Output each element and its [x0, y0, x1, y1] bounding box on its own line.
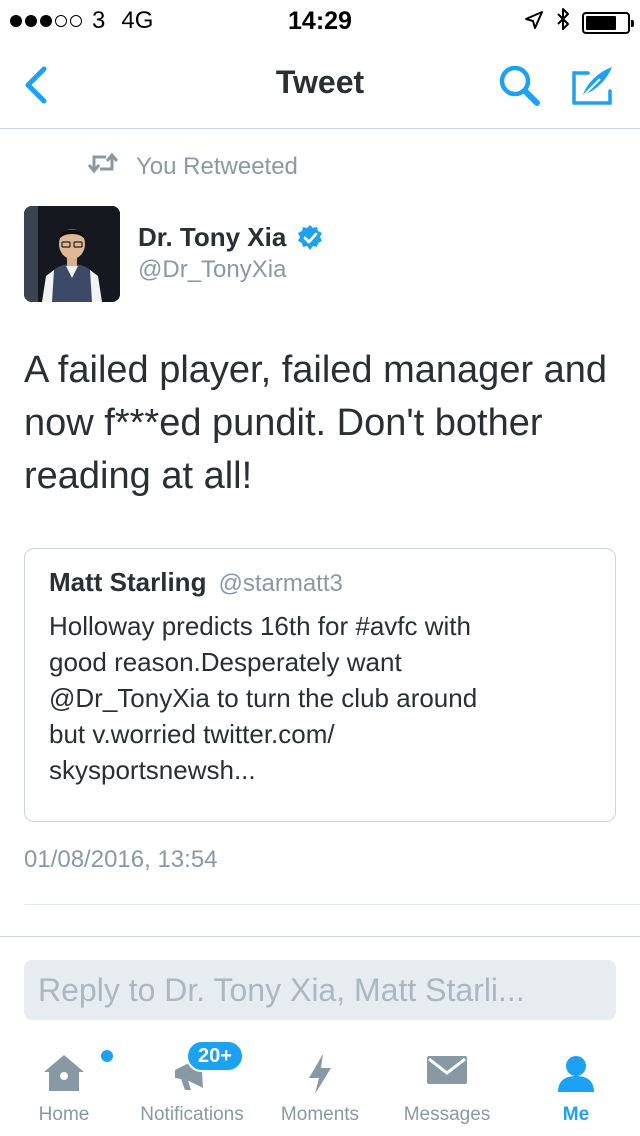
battery-icon: [582, 11, 634, 34]
tab-moments-label: Moments: [280, 1104, 360, 1125]
search-icon: [499, 65, 540, 106]
status-bar-right: [524, 7, 634, 38]
notifications-badge: 20+: [186, 1040, 244, 1072]
bluetooth-icon: [556, 7, 570, 38]
tweet-text: A failed player, failed manager and now …: [24, 349, 608, 497]
retweet-label: You Retweeted: [136, 152, 298, 180]
tab-messages-label: Messages: [403, 1104, 491, 1125]
author-avatar[interactable]: [24, 206, 120, 302]
new-content-dot: [101, 1050, 113, 1062]
compose-tweet-icon: [572, 67, 612, 105]
tab-home[interactable]: Home: [14, 1036, 114, 1136]
lightning-icon: [305, 1052, 335, 1101]
author-name-text: Dr. Tony Xia: [138, 222, 287, 252]
author-handle[interactable]: @Dr_TonyXia: [138, 256, 286, 284]
tab-bar: Home 20+ Notifications Moments Messages …: [0, 1036, 640, 1136]
tab-home-label: Home: [38, 1104, 90, 1125]
status-bar: 3 4G 14:29: [0, 0, 640, 40]
quoted-tweet-header: Matt Starling @starmatt3: [49, 567, 591, 598]
author-name[interactable]: Dr. Tony Xia: [138, 222, 324, 253]
envelope-icon: [424, 1052, 470, 1093]
search-button[interactable]: [494, 62, 544, 108]
tab-notifications[interactable]: 20+ Notifications: [128, 1036, 256, 1136]
retweet-context: You Retweeted: [86, 152, 298, 181]
location-icon: [524, 9, 544, 37]
tab-messages[interactable]: Messages: [392, 1036, 502, 1136]
retweet-icon: [86, 152, 122, 181]
tab-moments[interactable]: Moments: [270, 1036, 370, 1136]
quoted-author-name: Matt Starling: [49, 567, 207, 597]
divider: [24, 904, 640, 905]
tab-me[interactable]: Me: [526, 1036, 626, 1136]
reply-input[interactable]: Reply to Dr. Tony Xia, Matt Starli...: [24, 960, 616, 1020]
home-icon: [41, 1052, 87, 1099]
divider: [0, 936, 640, 937]
tweet-timestamp: 01/08/2016, 13:54: [24, 846, 218, 873]
navigation-bar: Tweet: [0, 40, 640, 129]
tab-me-label: Me: [562, 1104, 590, 1125]
page-title: Tweet: [275, 64, 365, 100]
tweet-detail-screen: 3 4G 14:29 Tweet You Retweeted Dr. Tony …: [0, 0, 640, 1136]
quoted-tweet-text: Holloway predicts 16th for #avfc with go…: [49, 611, 478, 785]
quoted-author-handle: @starmatt3: [218, 570, 343, 597]
compose-button[interactable]: [568, 62, 618, 108]
tab-notifications-label: Notifications: [140, 1104, 244, 1125]
quoted-tweet-card[interactable]: Matt Starling @starmatt3 Holloway predic…: [24, 548, 616, 822]
person-icon: [554, 1052, 598, 1101]
verified-badge-icon: [296, 224, 324, 252]
